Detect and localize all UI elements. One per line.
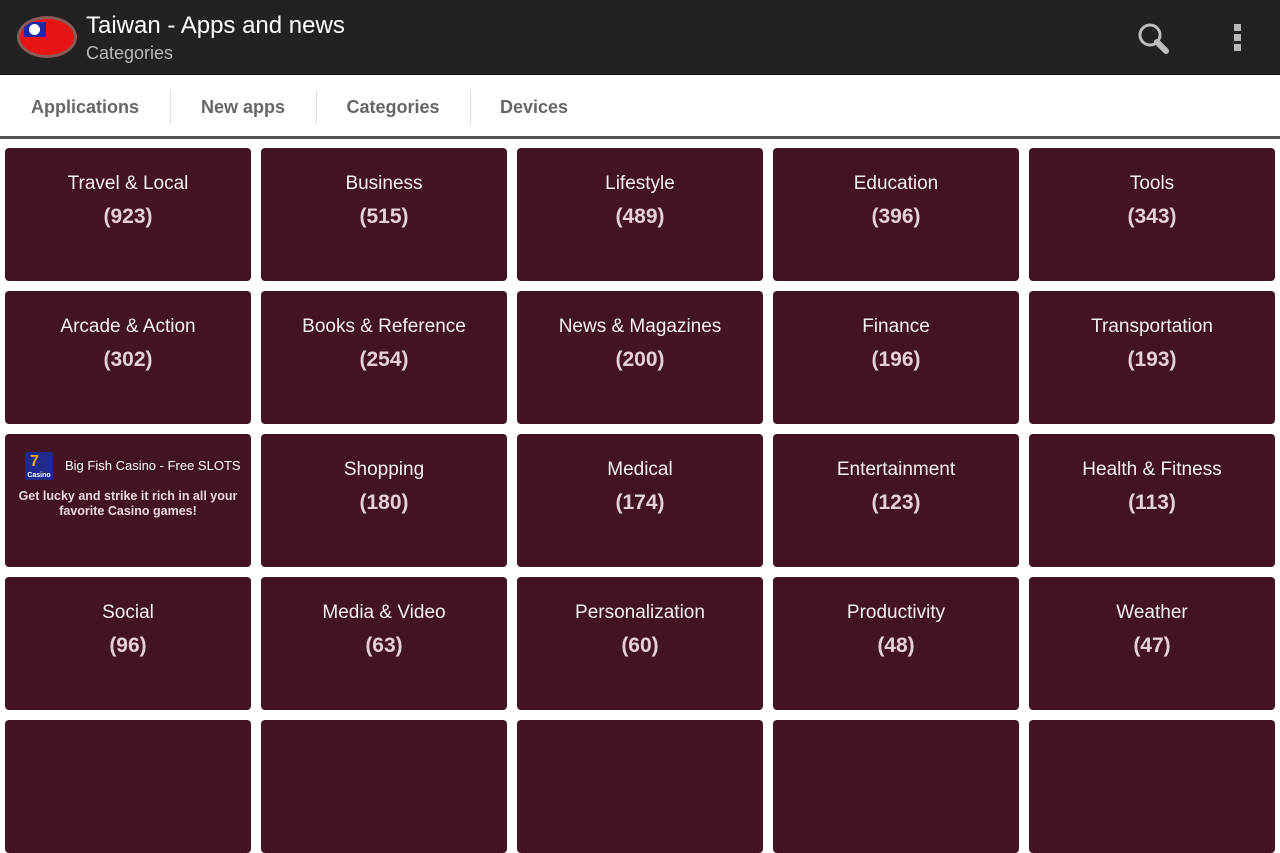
menu-dot	[1234, 44, 1241, 51]
flag-sun	[29, 24, 40, 35]
category-name: Arcade & Action	[60, 316, 196, 337]
category-count: (200)	[615, 348, 665, 371]
ad-title: Big Fish Casino - Free SLOTS	[65, 458, 241, 473]
ad-icon-label: Casino	[27, 472, 51, 479]
category-tile[interactable]: Arcade & Action (302)	[5, 291, 251, 424]
category-count: (302)	[103, 348, 153, 371]
category-name: Tools	[1129, 173, 1175, 194]
category-name: Business	[345, 173, 423, 194]
search-icon	[1138, 23, 1169, 54]
category-name: News & Magazines	[558, 316, 722, 337]
ad-tile[interactable]: 7 Casino Big Fish Casino - Free SLOTS Get l…	[5, 434, 251, 567]
taiwan-flag-icon[interactable]	[17, 16, 77, 58]
category-count: (193)	[1127, 348, 1177, 371]
category-count: (47)	[1133, 634, 1171, 657]
category-name: Books & Reference	[302, 316, 466, 337]
menu-dot	[1234, 24, 1241, 31]
app-title: Taiwan - Apps and news	[86, 12, 345, 39]
tab-new-apps[interactable]: New apps	[172, 76, 314, 136]
category-tile[interactable]: Finance (196)	[773, 291, 1019, 424]
category-name: Shopping	[343, 459, 425, 480]
category-tile-partial[interactable]	[261, 720, 507, 853]
category-count: (180)	[359, 491, 409, 514]
big-fish-casino-icon: 7 Casino	[25, 452, 53, 480]
category-count: (60)	[621, 634, 659, 657]
ad-description: Get lucky and strike it rich in all your…	[18, 489, 238, 518]
category-count: (254)	[359, 348, 409, 371]
category-count: (113)	[1128, 491, 1176, 514]
category-count: (196)	[871, 348, 921, 371]
app-subtitle: Categories	[86, 43, 174, 63]
category-count: (396)	[871, 205, 921, 228]
category-tile[interactable]: Education (396)	[773, 148, 1019, 281]
category-count: (515)	[359, 205, 409, 228]
tab-devices[interactable]: Devices	[472, 76, 596, 136]
category-tile-partial[interactable]	[517, 720, 763, 853]
category-name: Transportation	[1091, 316, 1213, 337]
category-name: Entertainment	[836, 459, 956, 480]
category-tile[interactable]: Tools (343)	[1029, 148, 1275, 281]
category-tile[interactable]: Books & Reference (254)	[261, 291, 507, 424]
category-tile[interactable]: Social (96)	[5, 577, 251, 710]
tab-divider	[316, 90, 317, 124]
category-tile[interactable]: Travel & Local (923)	[5, 148, 251, 281]
category-count: (489)	[615, 205, 665, 228]
category-tile[interactable]: Lifestyle (489)	[517, 148, 763, 281]
category-tile[interactable]: News & Magazines (200)	[517, 291, 763, 424]
category-tile[interactable]: Productivity (48)	[773, 577, 1019, 710]
tab-categories[interactable]: Categories	[318, 76, 468, 136]
category-name: Lifestyle	[605, 173, 675, 194]
slot-seven-glyph: 7	[30, 453, 39, 470]
tab-divider	[470, 90, 471, 124]
category-tile[interactable]: Personalization (60)	[517, 577, 763, 710]
menu-dot	[1234, 34, 1241, 41]
flag-field	[20, 19, 74, 55]
category-name: Finance	[862, 316, 930, 337]
category-name: Social	[102, 602, 154, 623]
category-count: (174)	[615, 491, 665, 514]
tab-applications[interactable]: Applications	[14, 76, 156, 136]
category-count: (96)	[109, 634, 147, 657]
category-count: (123)	[871, 491, 921, 514]
category-tile-partial[interactable]	[1029, 720, 1275, 853]
category-tile[interactable]: Medical (174)	[517, 434, 763, 567]
category-tile-partial[interactable]	[773, 720, 1019, 853]
app-bar: Taiwan - Apps and news Categories	[0, 0, 1280, 75]
category-count: (48)	[877, 634, 915, 657]
search-button[interactable]	[1134, 20, 1174, 56]
category-tile[interactable]: Media & Video (63)	[261, 577, 507, 710]
category-name: Weather	[1116, 602, 1188, 623]
category-name: Productivity	[846, 602, 946, 623]
category-count: (923)	[103, 205, 153, 228]
category-tile[interactable]: Business (515)	[261, 148, 507, 281]
category-tile[interactable]: Weather (47)	[1029, 577, 1275, 710]
category-count: (63)	[365, 634, 403, 657]
category-name: Travel & Local	[67, 173, 189, 194]
category-count: (343)	[1127, 205, 1177, 228]
tab-bar: Applications New apps Categories Devices	[0, 76, 1280, 139]
overflow-menu-button[interactable]	[1224, 20, 1252, 56]
category-tile-partial[interactable]	[5, 720, 251, 853]
category-tile[interactable]: Entertainment (123)	[773, 434, 1019, 567]
category-name: Health & Fitness	[1082, 459, 1222, 480]
category-name: Education	[853, 173, 939, 194]
tab-divider	[170, 90, 171, 124]
category-name: Media & Video	[322, 602, 446, 623]
category-name: Personalization	[575, 602, 705, 623]
category-tile[interactable]: Health & Fitness (113)	[1029, 434, 1275, 567]
category-tile[interactable]: Shopping (180)	[261, 434, 507, 567]
category-tile[interactable]: Transportation (193)	[1029, 291, 1275, 424]
category-name: Medical	[607, 459, 673, 480]
